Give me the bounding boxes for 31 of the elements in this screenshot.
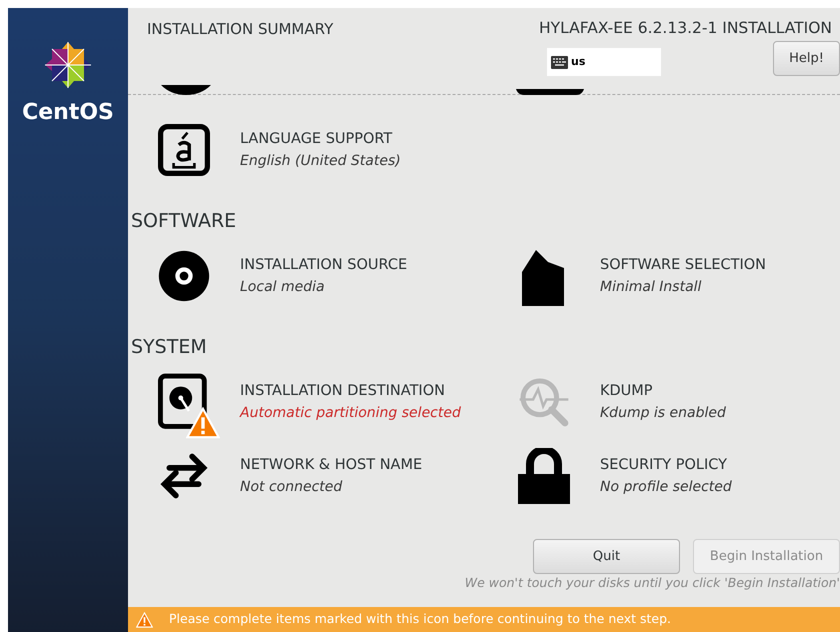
logo-text: CentOS xyxy=(22,99,114,127)
section-heading: SOFTWARE xyxy=(131,209,238,233)
spoke-title[interactable]: SECURITY POLICY xyxy=(600,454,732,476)
spoke-status: Minimal Install xyxy=(600,278,702,297)
warning-icon xyxy=(136,612,153,628)
spoke-status: No profile selected xyxy=(600,478,732,497)
help-button[interactable]: Help! xyxy=(773,41,840,76)
spoke-status: Kdump is enabled xyxy=(600,404,726,423)
lock-icon xyxy=(518,448,570,504)
spoke-title[interactable]: NETWORK & HOST NAME xyxy=(240,454,422,476)
keyboard-layout-field[interactable]: us xyxy=(547,48,661,76)
spoke-title[interactable]: INSTALLATION DESTINATION xyxy=(240,380,461,402)
spoke-title[interactable]: LANGUAGE SUPPORT xyxy=(240,128,401,150)
spoke-status: Not connected xyxy=(240,478,344,497)
page-title: INSTALLATION SUMMARY xyxy=(147,19,334,38)
partial-icon xyxy=(516,89,584,95)
logo-icon xyxy=(43,40,93,90)
section-heading: SYSTEM xyxy=(131,335,208,359)
keyboard-icon xyxy=(551,56,568,69)
spoke-status: Local media xyxy=(240,278,326,297)
warning-message: Please complete items marked with this icon before continuing to the next step. xyxy=(169,610,672,628)
spoke-status: English (United States) xyxy=(240,152,401,171)
spoke-title[interactable]: SOFTWARE SELECTION xyxy=(600,254,766,276)
spoke-title[interactable]: INSTALLATION SOURCE xyxy=(240,254,408,276)
spoke-title[interactable]: KDUMP xyxy=(600,380,726,402)
partial-icon xyxy=(161,85,211,95)
spoke-status: Automatic partitioning selected xyxy=(240,404,461,423)
product-title: HYLAFAX-EE 6.2.13.2-1 INSTALLATION xyxy=(539,18,832,39)
disk-note: We won't touch your disks until you click 'Begin Installation' xyxy=(464,574,840,592)
warning-icon xyxy=(186,407,220,439)
quit-button[interactable]: Quit xyxy=(533,539,680,574)
